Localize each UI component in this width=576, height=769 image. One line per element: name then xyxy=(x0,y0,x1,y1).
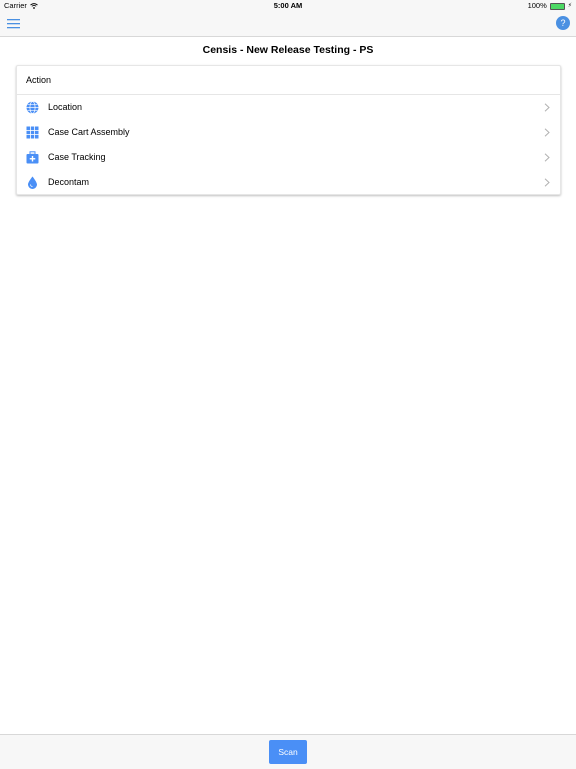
grid-icon xyxy=(26,126,39,139)
page-title: Censis - New Release Testing - PS xyxy=(202,44,374,56)
help-button[interactable]: ? xyxy=(556,16,570,30)
action-item-location[interactable]: Location xyxy=(17,95,560,120)
status-battery-group: 100% ⚡ xyxy=(528,0,572,12)
action-item-label: Case Cart Assembly xyxy=(48,127,130,137)
status-time: 5:00 AM xyxy=(273,1,303,10)
bottom-toolbar: Scan xyxy=(0,734,576,769)
menu-button[interactable] xyxy=(6,17,22,31)
action-card: Action Location Case Cart Assembly Case … xyxy=(16,65,561,195)
chevron-right-icon xyxy=(544,178,550,187)
action-item-case-cart-assembly[interactable]: Case Cart Assembly xyxy=(17,120,560,145)
action-item-label: Location xyxy=(48,102,83,112)
chevron-right-icon xyxy=(544,128,550,137)
chevron-right-icon xyxy=(544,103,550,112)
action-item-case-tracking[interactable]: Case Tracking xyxy=(17,145,560,170)
action-item-label: Case Tracking xyxy=(48,152,106,162)
battery-icon xyxy=(549,2,565,10)
chevron-right-icon xyxy=(544,153,550,162)
action-item-label: Decontam xyxy=(48,177,90,187)
status-bar: Carrier 5:00 AM 100% ⚡ xyxy=(0,0,576,12)
medical-case-icon xyxy=(26,151,39,164)
battery-percent: 100% xyxy=(527,1,547,10)
charging-bolt-icon: ⚡ xyxy=(567,3,572,9)
water-drop-icon xyxy=(28,176,37,189)
card-header: Action xyxy=(17,66,560,95)
globe-icon xyxy=(26,101,39,114)
scan-button[interactable]: Scan xyxy=(269,740,307,764)
action-item-decontam[interactable]: Decontam xyxy=(17,170,560,195)
nav-bar: ? xyxy=(0,12,576,37)
hamburger-menu-icon xyxy=(7,19,20,29)
